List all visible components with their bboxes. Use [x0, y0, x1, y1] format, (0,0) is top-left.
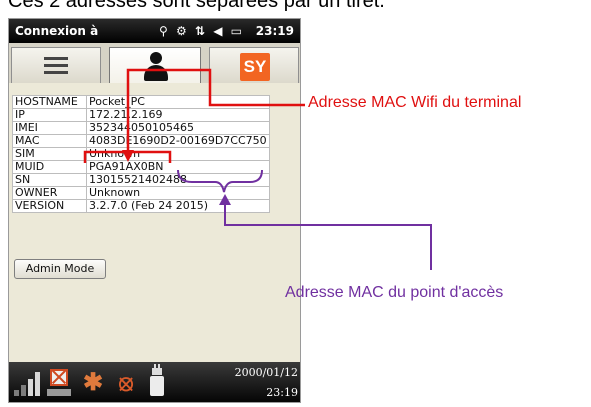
- info-value: 352344050105465: [86, 121, 270, 135]
- info-key: MUID: [12, 160, 87, 174]
- bottom-date[interactable]: 2000/01/12: [235, 366, 298, 379]
- table-row: HOSTNAME Pocket_PC: [12, 95, 270, 109]
- volume-icon[interactable]: ◀: [213, 24, 224, 38]
- status-icons: ⚲ ⚙ ⇅ ◀ ▭: [159, 19, 244, 43]
- info-panel: HOSTNAME Pocket_PC IP 172.21.2.169 IMEI 352…: [9, 83, 300, 383]
- info-key: IMEI: [12, 121, 87, 135]
- info-value: Pocket_PC: [86, 95, 270, 109]
- info-key: VERSION: [12, 199, 87, 213]
- status-bar: Connexion à ⚲ ⚙ ⇅ ◀ ▭ 23:19: [9, 19, 300, 43]
- mac-wifi-terminal-label: Adresse MAC Wifi du terminal: [308, 94, 522, 111]
- connectivity-icon[interactable]: ⚙: [176, 24, 189, 38]
- status-title[interactable]: Connexion à: [15, 19, 98, 43]
- info-value: 13015521402488: [86, 173, 270, 187]
- person-icon: [142, 52, 170, 82]
- status-clock[interactable]: 23:19: [256, 19, 294, 43]
- info-key: MAC: [12, 134, 87, 148]
- table-row: VERSION 3.2.7.0 (Feb 24 2015): [12, 199, 270, 213]
- table-row: OWNER Unknown: [12, 186, 270, 200]
- table-row: MUID PGA91AX0BN: [12, 160, 270, 174]
- tab-list[interactable]: [11, 47, 101, 83]
- signal-status-icon[interactable]: ⇅: [195, 24, 207, 38]
- info-value: PGA91AX0BN: [86, 160, 270, 174]
- top-caption: Ces 2 adresses sont séparées par un tire…: [8, 0, 385, 12]
- admin-mode-button[interactable]: Admin Mode: [14, 259, 106, 279]
- info-key: SIM: [12, 147, 87, 161]
- info-key: SN: [12, 173, 87, 187]
- table-row: SN 13015521402488: [12, 173, 270, 187]
- signal-strength-icon[interactable]: [14, 370, 40, 396]
- info-key: HOSTNAME: [12, 95, 87, 109]
- network-disconnected-icon[interactable]: [47, 369, 71, 397]
- battery-icon[interactable]: ▭: [231, 24, 244, 38]
- mac-access-point-label: Adresse MAC du point d'accès: [285, 284, 504, 301]
- info-value: 4083DE1690D2-00169D7CC750: [86, 134, 270, 148]
- table-row: IMEI 352344050105465: [12, 121, 270, 135]
- info-key: IP: [12, 108, 87, 122]
- bottom-bar: ✱ ⦻ 2000/01/12 23:19: [9, 362, 300, 402]
- bluetooth-off-icon[interactable]: ✱: [81, 370, 105, 396]
- tab-bar: SY: [9, 43, 300, 85]
- info-key: OWNER: [12, 186, 87, 200]
- table-row: SIM Unknown: [12, 147, 270, 161]
- table-row: MAC 4083DE1690D2-00169D7CC750: [12, 134, 270, 148]
- table-row: IP 172.21.2.169: [12, 108, 270, 122]
- info-value: 3.2.7.0 (Feb 24 2015): [86, 199, 270, 213]
- list-icon: [44, 57, 68, 75]
- bottom-time[interactable]: 23:19: [266, 386, 298, 399]
- wifi-off-icon[interactable]: ⦻: [109, 370, 143, 396]
- info-value: Unknown: [86, 147, 270, 161]
- tab-device-info[interactable]: [109, 47, 201, 85]
- info-value: 172.21.2.169: [86, 108, 270, 122]
- tab-sy[interactable]: SY: [209, 47, 299, 83]
- device-screen: Connexion à ⚲ ⚙ ⇅ ◀ ▭ 23:19 SY HOSTNAME P: [8, 18, 301, 403]
- sync-icon[interactable]: ⚲: [159, 24, 170, 38]
- power-plug-icon[interactable]: [149, 364, 165, 398]
- device-info-table: HOSTNAME Pocket_PC IP 172.21.2.169 IMEI 352…: [12, 95, 270, 213]
- info-value: Unknown: [86, 186, 270, 200]
- sy-logo: SY: [240, 53, 270, 81]
